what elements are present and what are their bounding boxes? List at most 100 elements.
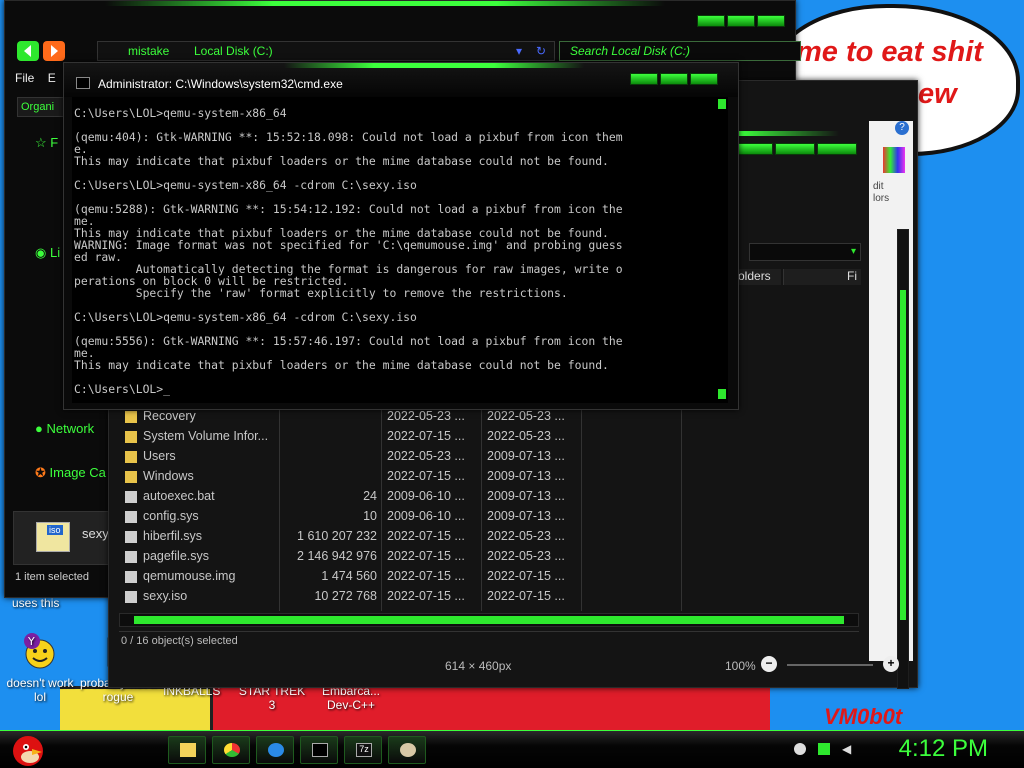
help-icon[interactable]: ? — [895, 121, 909, 135]
table-cell-created: 2022-07-15 ... — [487, 569, 565, 583]
table-cell-created: 2022-05-23 ... — [487, 409, 565, 423]
file-icon — [125, 571, 137, 583]
show-hidden-icons[interactable] — [794, 743, 806, 755]
desktop-icon-star-trek[interactable]: STAR TREK 3 — [237, 684, 307, 712]
horizontal-scrollbar[interactable] — [119, 613, 859, 627]
table-cell-name: hiberfil.sys — [143, 529, 203, 543]
forward-button[interactable] — [43, 41, 65, 61]
zoom-in-button[interactable]: + — [883, 656, 899, 672]
table-row[interactable]: Recovery 2022-05-23 ... 2022-05-23 ... — [119, 407, 679, 427]
table-row[interactable]: qemumouse.img 1 474 560 2022-07-15 ... 2022… — [119, 567, 679, 587]
view-selector[interactable]: ▾ — [749, 243, 861, 261]
maximize-button[interactable] — [775, 143, 815, 155]
table-row[interactable]: config.sys 10 2009-06-10 ... 2009-07-13 ... — [119, 507, 679, 527]
cmd-scrollbar[interactable] — [716, 97, 728, 403]
taskbar-7zip[interactable]: 7z — [344, 736, 382, 764]
column-fi[interactable]: Fi — [783, 269, 861, 285]
file-icon — [125, 591, 137, 603]
search-input[interactable]: Search Local Disk (C:) — [559, 41, 801, 61]
zoom-slider[interactable] — [787, 664, 873, 666]
table-cell-size: 24 — [363, 489, 377, 503]
column-folders[interactable]: olders — [733, 269, 781, 285]
sidebar-image-catalog[interactable]: ✪ Image Ca — [35, 465, 106, 481]
clock[interactable]: 4:12 PM — [899, 735, 988, 763]
sidebar-libraries[interactable]: ◉ Li — [35, 245, 60, 261]
iso-file-icon: iso — [36, 522, 70, 552]
minimize-button[interactable] — [630, 73, 658, 85]
table-cell-modified: 2022-07-15 ... — [387, 589, 465, 603]
table-cell-created: 2022-07-15 ... — [487, 589, 565, 603]
minimize-button[interactable] — [697, 15, 725, 27]
details-preview: iso sexy. — [13, 511, 113, 565]
table-cell-modified: 2022-05-23 ... — [387, 449, 465, 463]
svg-text:Y: Y — [27, 635, 35, 648]
zoom-out-button[interactable]: − — [761, 656, 777, 672]
table-cell-created: 2009-07-13 ... — [487, 509, 565, 523]
breadcrumb-disk[interactable]: Local Disk (C:) — [194, 44, 273, 58]
console-text: C:\Users\LOL>qemu-system-x86_64 (qemu:40… — [74, 106, 623, 396]
table-cell-modified: 2022-07-15 ... — [387, 569, 465, 583]
table-cell-name: autoexec.bat — [143, 489, 215, 503]
table-cell-size: 2 146 942 976 — [297, 549, 377, 563]
cmd-title: Administrator: C:\Windows\system32\cmd.e… — [98, 77, 343, 91]
taskbar-ie[interactable] — [256, 736, 294, 764]
cmd-icon — [76, 77, 90, 89]
dropdown-icon[interactable]: ▾ — [516, 44, 522, 58]
table-cell-name: sexy.iso — [143, 589, 188, 603]
refresh-icon[interactable]: ↻ — [536, 44, 546, 58]
table-cell-modified: 2009-06-10 ... — [387, 509, 465, 523]
address-bar[interactable]: mistake Local Disk (C:) ▾ ↻ — [97, 41, 555, 61]
minimize-button[interactable] — [733, 143, 773, 155]
archive-icon: 7z — [356, 743, 372, 757]
cmd-window[interactable]: Administrator: C:\Windows\system32\cmd.e… — [63, 62, 739, 410]
network-icon[interactable] — [818, 743, 830, 755]
table-cell-name: Windows — [143, 469, 194, 483]
vertical-scrollbar[interactable] — [897, 229, 909, 689]
table-row[interactable]: autoexec.bat 24 2009-06-10 ... 2009-07-13 .… — [119, 487, 679, 507]
taskbar-paint[interactable] — [388, 736, 426, 764]
menu-edit[interactable]: E — [48, 71, 56, 85]
title-glow — [105, 1, 665, 6]
table-row[interactable]: sexy.iso 10 272 768 2022-07-15 ... 2022-07-… — [119, 587, 679, 607]
file-icon — [125, 531, 137, 543]
menu-file[interactable]: File — [15, 71, 34, 85]
desktop-icon-yahoo[interactable]: Y doesn't work lol — [0, 632, 80, 704]
terminal-icon — [312, 743, 328, 757]
console-output[interactable]: C:\Users\LOL>qemu-system-x86_64 (qemu:40… — [72, 97, 716, 403]
maximize-button[interactable] — [660, 73, 688, 85]
maximize-button[interactable] — [727, 15, 755, 27]
volume-icon[interactable]: ◀ — [842, 743, 854, 755]
selection-status: 0 / 16 object(s) selected — [119, 631, 859, 651]
table-cell-size: 10 — [363, 509, 377, 523]
window-controls — [733, 143, 857, 157]
table-cell-created: 2009-07-13 ... — [487, 469, 565, 483]
table-row[interactable]: Windows 2022-07-15 ... 2009-07-13 ... — [119, 467, 679, 487]
table-row[interactable]: System Volume Infor... 2022-07-15 ... 2022… — [119, 427, 679, 447]
desktop-icon-devcpp[interactable]: Embarca... Dev-C++ — [316, 684, 386, 712]
back-button[interactable] — [17, 41, 39, 61]
palette-icon — [400, 743, 416, 757]
close-button[interactable] — [690, 73, 718, 85]
table-cell-modified: 2022-07-15 ... — [387, 549, 465, 563]
arrow-right-icon — [51, 45, 58, 57]
taskbar-explorer[interactable] — [168, 736, 206, 764]
desktop-icon-label: doesn't work lol — [6, 676, 74, 704]
edit-colors-label[interactable]: dit lors — [873, 181, 889, 205]
table-row[interactable]: hiberfil.sys 1 610 207 232 2022-07-15 ... 2… — [119, 527, 679, 547]
close-button[interactable] — [757, 15, 785, 27]
taskbar-cmd[interactable] — [300, 736, 338, 764]
close-button[interactable] — [817, 143, 857, 155]
menu-bar: File E — [15, 71, 66, 91]
start-button[interactable] — [8, 731, 48, 768]
breadcrumb-user[interactable]: mistake — [128, 44, 169, 58]
sidebar-network[interactable]: ● Network — [35, 421, 94, 436]
table-row[interactable]: Users 2022-05-23 ... 2009-07-13 ... — [119, 447, 679, 467]
taskbar-chrome[interactable] — [212, 736, 250, 764]
organize-button[interactable]: Organi — [17, 97, 67, 117]
search-placeholder: Search Local Disk (C:) — [570, 44, 691, 58]
chevron-down-icon: ▾ — [850, 246, 856, 257]
table-cell-name: Users — [143, 449, 176, 463]
sidebar-favorites[interactable]: ☆ F — [35, 135, 58, 151]
table-row[interactable]: pagefile.sys 2 146 942 976 2022-07-15 ... 2… — [119, 547, 679, 567]
globe-icon — [268, 743, 284, 757]
